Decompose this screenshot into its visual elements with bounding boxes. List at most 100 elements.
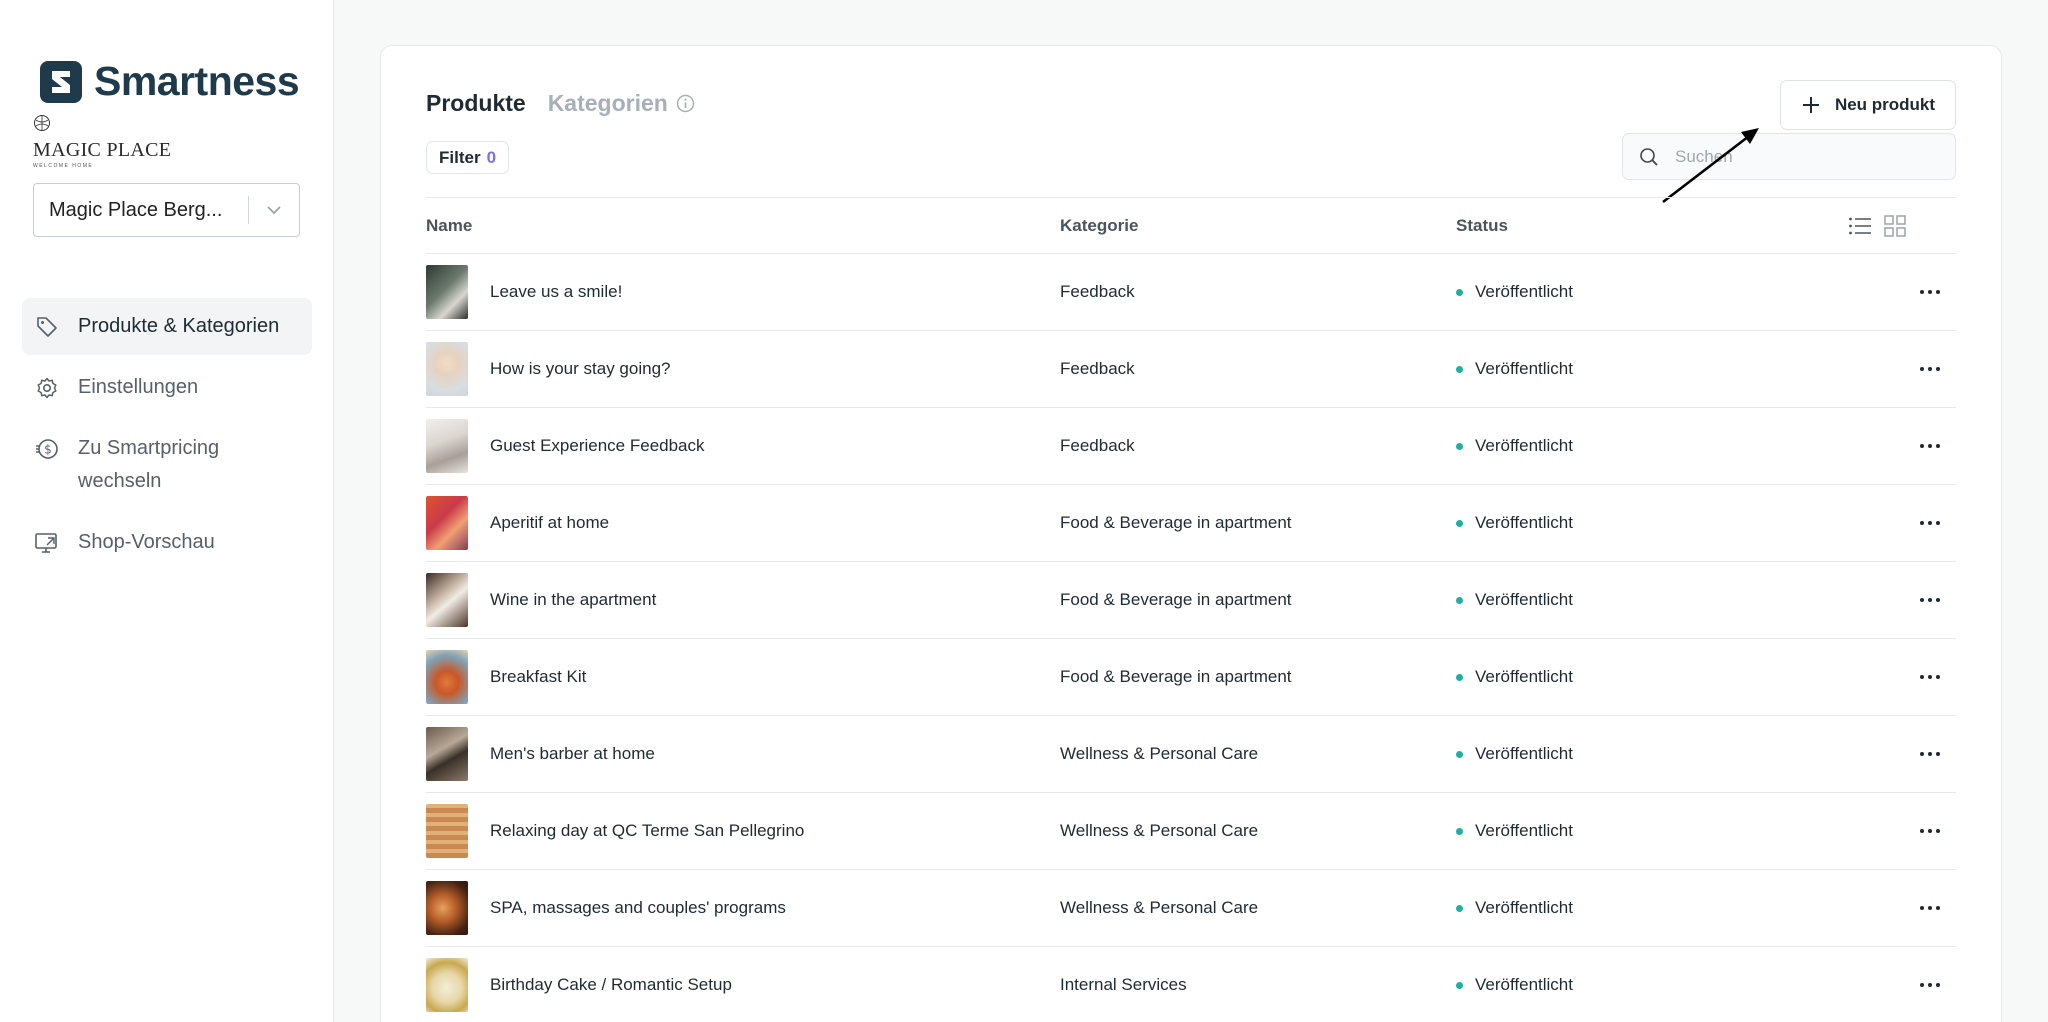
product-thumbnail [426, 573, 468, 627]
sidebar-item-einstellungen[interactable]: Einstellungen [22, 359, 312, 416]
table-row[interactable]: SPA, massages and couples' programs Well… [426, 870, 1956, 947]
status-label: Veröffentlicht [1475, 436, 1573, 455]
sidebar: Smartness MAGIC PLACE WELCOME HOME Magic… [0, 0, 334, 1022]
more-options-icon[interactable] [1908, 970, 1952, 1000]
chevron-down-icon[interactable] [249, 205, 299, 215]
new-product-button[interactable]: Neu produkt [1780, 80, 1956, 130]
column-header-category[interactable]: Kategorie [1060, 216, 1456, 236]
more-options-icon[interactable] [1908, 739, 1952, 769]
filter-button[interactable]: Filter 0 [426, 141, 510, 174]
client-logo-name: MAGIC PLACE [33, 139, 172, 161]
column-header-name[interactable]: Name [426, 216, 1060, 236]
product-name: Wine in the apartment [490, 590, 657, 609]
product-category: Food & Beverage in apartment [1060, 667, 1292, 686]
tab-produkte[interactable]: Produkte [426, 90, 526, 117]
brand-logo[interactable]: Smartness [40, 58, 300, 105]
status-badge: Veröffentlicht [1456, 359, 1836, 379]
product-thumbnail [426, 804, 468, 858]
product-thumbnail [426, 265, 468, 319]
product-thumbnail [426, 650, 468, 704]
info-icon[interactable] [676, 94, 695, 113]
more-options-icon[interactable] [1908, 354, 1952, 384]
product-category: Wellness & Personal Care [1060, 898, 1259, 917]
sidebar-item-label: Zu Smartpricing wechseln [78, 437, 220, 492]
sidebar-item-produkte-kategorien[interactable]: Produkte & Kategorien [22, 298, 312, 355]
product-category: Wellness & Personal Care [1060, 744, 1259, 763]
product-thumbnail [426, 727, 468, 781]
more-options-icon[interactable] [1908, 277, 1952, 307]
product-name: Guest Experience Feedback [490, 436, 705, 455]
status-dot [1456, 442, 1463, 450]
table-row[interactable]: Guest Experience Feedback Feedback Veröf… [426, 408, 1956, 485]
status-badge: Veröffentlicht [1456, 821, 1836, 841]
status-dot [1456, 288, 1463, 296]
more-options-icon[interactable] [1908, 585, 1952, 615]
product-category: Feedback [1060, 282, 1135, 301]
tabs: Produkte Kategorien [426, 90, 695, 117]
search-icon [1623, 147, 1675, 167]
product-name: Birthday Cake / Romantic Setup [490, 975, 732, 994]
product-thumbnail [426, 496, 468, 550]
sidebar-item-label: Shop-Vorschau [78, 531, 215, 553]
table-header: Name Kategorie Status [426, 197, 1956, 254]
sidebar-item-shop-vorschau[interactable]: Shop-Vorschau [22, 514, 312, 571]
more-options-icon[interactable] [1908, 431, 1952, 461]
product-name: How is your stay going? [490, 359, 671, 378]
new-product-label: Neu produkt [1834, 95, 1936, 114]
column-header-status[interactable]: Status [1456, 216, 1836, 236]
gear-icon [34, 371, 60, 404]
table-row[interactable]: Relaxing day at QC Terme San Pellegrino … [426, 793, 1956, 870]
tab-kategorien[interactable]: Kategorien [548, 90, 668, 117]
product-category: Wellness & Personal Care [1060, 821, 1259, 840]
status-label: Veröffentlicht [1475, 975, 1573, 994]
status-label: Veröffentlicht [1475, 590, 1573, 609]
product-name: SPA, massages and couples' programs [490, 898, 786, 917]
property-select[interactable]: Magic Place Berg... [33, 183, 300, 237]
filter-count: 0 [486, 147, 497, 167]
status-label: Veröffentlicht [1475, 513, 1573, 532]
product-thumbnail [426, 342, 468, 396]
table-row[interactable]: Wine in the apartment Food & Beverage in… [426, 562, 1956, 639]
search-field[interactable] [1622, 133, 1956, 180]
status-label: Veröffentlicht [1475, 282, 1573, 301]
search-input[interactable] [1675, 146, 1935, 167]
more-options-icon[interactable] [1908, 816, 1952, 846]
status-badge: Veröffentlicht [1456, 898, 1836, 918]
plus-icon [1801, 95, 1821, 115]
product-thumbnail [426, 958, 468, 1012]
products-card: Produkte Kategorien Filter 0 Neu produkt… [380, 45, 2002, 1022]
dollar-cycle-icon: $ [34, 432, 60, 465]
product-category: Feedback [1060, 436, 1135, 455]
magic-place-emblem-icon [34, 115, 50, 131]
table-row[interactable]: Breakfast Kit Food & Beverage in apartme… [426, 639, 1956, 716]
table-row[interactable]: How is your stay going? Feedback Veröffe… [426, 331, 1956, 408]
status-badge: Veröffentlicht [1456, 975, 1836, 995]
table-row[interactable]: Aperitif at home Food & Beverage in apar… [426, 485, 1956, 562]
status-label: Veröffentlicht [1475, 898, 1573, 917]
list-view-icon[interactable] [1848, 216, 1872, 236]
table-row[interactable]: Leave us a smile! Feedback Veröffentlich… [426, 254, 1956, 331]
sidebar-item-label: Einstellungen [78, 376, 199, 398]
status-dot [1456, 904, 1463, 912]
more-options-icon[interactable] [1908, 893, 1952, 923]
product-category: Internal Services [1060, 975, 1187, 994]
client-logo-tagline: WELCOME HOME [33, 163, 94, 169]
more-options-icon[interactable] [1908, 662, 1952, 692]
tag-icon [34, 310, 60, 343]
table-row[interactable]: Birthday Cake / Romantic Setup Internal … [426, 947, 1956, 1022]
status-badge: Veröffentlicht [1456, 282, 1836, 302]
sidebar-item-label: Produkte & Kategorien [78, 315, 280, 337]
product-category: Food & Beverage in apartment [1060, 513, 1292, 532]
sidebar-item-smartpricing[interactable]: $ Zu Smartpricing wechseln [22, 420, 312, 510]
status-dot [1456, 750, 1463, 758]
table-row[interactable]: Men's barber at home Wellness & Personal… [426, 716, 1956, 793]
product-category: Feedback [1060, 359, 1135, 378]
filter-label: Filter [439, 147, 481, 167]
view-toggle-cell [1836, 214, 1956, 237]
status-dot [1456, 981, 1463, 989]
grid-view-icon[interactable] [1884, 214, 1906, 237]
more-options-icon[interactable] [1908, 508, 1952, 538]
status-dot [1456, 596, 1463, 604]
status-label: Veröffentlicht [1475, 359, 1573, 378]
view-toggle [1836, 214, 1906, 237]
